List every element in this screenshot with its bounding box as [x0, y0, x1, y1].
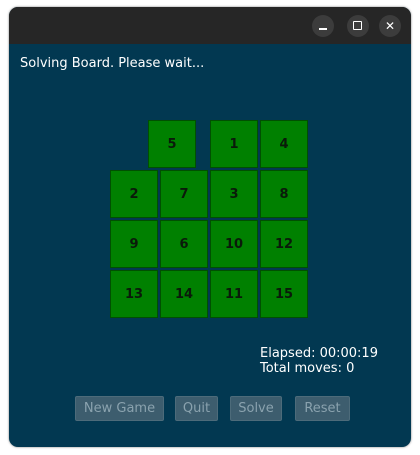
maximize-icon[interactable] [347, 15, 369, 37]
minimize-icon[interactable] [312, 15, 334, 37]
tile[interactable]: 6 [160, 220, 208, 268]
solve-button[interactable]: Solve [230, 396, 282, 421]
tile[interactable]: 2 [110, 170, 158, 218]
game-info: Elapsed: 00:00:19 Total moves: 0 [260, 346, 378, 376]
new-game-button[interactable]: New Game [75, 396, 164, 421]
title-bar: ✕ [9, 7, 411, 44]
tile[interactable]: 7 [160, 170, 208, 218]
tile[interactable]: 10 [210, 220, 258, 268]
total-moves: Total moves: 0 [260, 361, 355, 376]
tile[interactable]: 1 [210, 120, 258, 168]
quit-button[interactable]: Quit [175, 396, 218, 421]
tile[interactable]: 12 [260, 220, 308, 268]
reset-button[interactable]: Reset [295, 396, 350, 421]
status-message: Solving Board. Please wait... [20, 56, 205, 71]
tile[interactable]: 9 [110, 220, 158, 268]
elapsed-time: Elapsed: 00:00:19 [260, 346, 378, 361]
tile[interactable]: 15 [260, 270, 308, 318]
tile[interactable]: 5 [148, 120, 196, 168]
tile[interactable]: 3 [210, 170, 258, 218]
tile[interactable]: 8 [260, 170, 308, 218]
tile[interactable]: 11 [210, 270, 258, 318]
tile[interactable]: 4 [260, 120, 308, 168]
close-icon[interactable]: ✕ [379, 15, 401, 37]
tile[interactable]: 13 [110, 270, 158, 318]
app-window: ✕ Solving Board. Please wait... 5 1 4 2 … [9, 7, 411, 447]
tile[interactable]: 14 [160, 270, 208, 318]
